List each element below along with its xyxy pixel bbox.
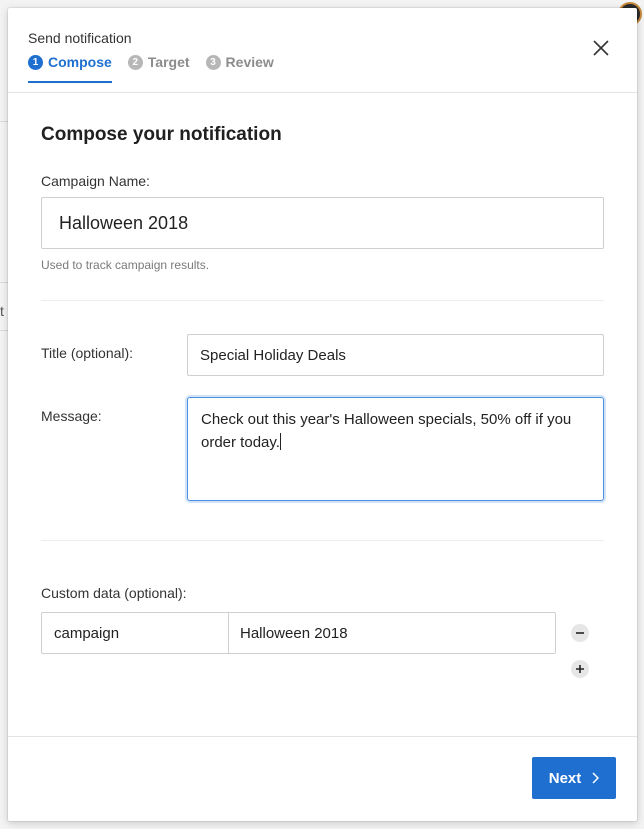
- page-title: Compose your notification: [41, 124, 282, 145]
- section-divider: [41, 300, 604, 301]
- next-button[interactable]: Next: [532, 757, 616, 799]
- step-number: 3: [205, 54, 221, 70]
- custom-data-key: campaign: [54, 624, 120, 642]
- custom-data-value-input[interactable]: Halloween 2018: [228, 612, 556, 654]
- step-compose[interactable]: 1 Compose: [28, 54, 112, 83]
- message-textarea[interactable]: Check out this year's Halloween specials…: [187, 397, 604, 501]
- remove-row-icon: [576, 632, 584, 634]
- message-label: Message:: [41, 408, 102, 424]
- background-partial-text: t: [0, 303, 4, 319]
- send-notification-modal: Send notification 1 Compose 2 Target 3 R…: [8, 8, 637, 821]
- title-input[interactable]: Special Holiday Deals: [187, 334, 604, 376]
- step-label: Compose: [48, 54, 112, 70]
- step-label: Review: [225, 54, 274, 70]
- modal-footer: Next: [8, 736, 637, 821]
- add-row-button[interactable]: [571, 660, 589, 678]
- title-value: Special Holiday Deals: [200, 346, 346, 364]
- stepper: 1 Compose 2 Target 3 Review: [28, 54, 274, 83]
- section-divider: [41, 540, 604, 541]
- step-target[interactable]: 2 Target: [127, 54, 190, 82]
- close-button[interactable]: [591, 38, 611, 58]
- text-caret: [279, 433, 281, 450]
- step-label: Target: [147, 54, 190, 70]
- modal-header: Send notification 1 Compose 2 Target 3 R…: [8, 8, 637, 93]
- title-label: Title (optional):: [41, 345, 134, 361]
- campaign-name-label: Campaign Name:: [41, 173, 150, 189]
- next-button-label: Next: [548, 769, 582, 787]
- step-number: 2: [127, 54, 143, 70]
- campaign-name-input[interactable]: Halloween 2018: [41, 197, 604, 249]
- add-row-icon: [576, 665, 584, 673]
- custom-data-key-input[interactable]: campaign: [41, 612, 229, 654]
- message-value: Check out this year's Halloween specials…: [201, 411, 572, 451]
- custom-data-label: Custom data (optional):: [41, 585, 187, 601]
- close-icon: [593, 40, 609, 56]
- campaign-name-hint: Used to track campaign results.: [41, 258, 210, 272]
- modal-title: Send notification: [28, 30, 132, 46]
- chevron-right-icon: [592, 772, 600, 784]
- step-review[interactable]: 3 Review: [205, 54, 274, 82]
- remove-row-button[interactable]: [571, 624, 589, 642]
- custom-data-value: Halloween 2018: [240, 624, 348, 642]
- step-number: 1: [28, 54, 43, 70]
- campaign-name-value: Halloween 2018: [59, 212, 189, 233]
